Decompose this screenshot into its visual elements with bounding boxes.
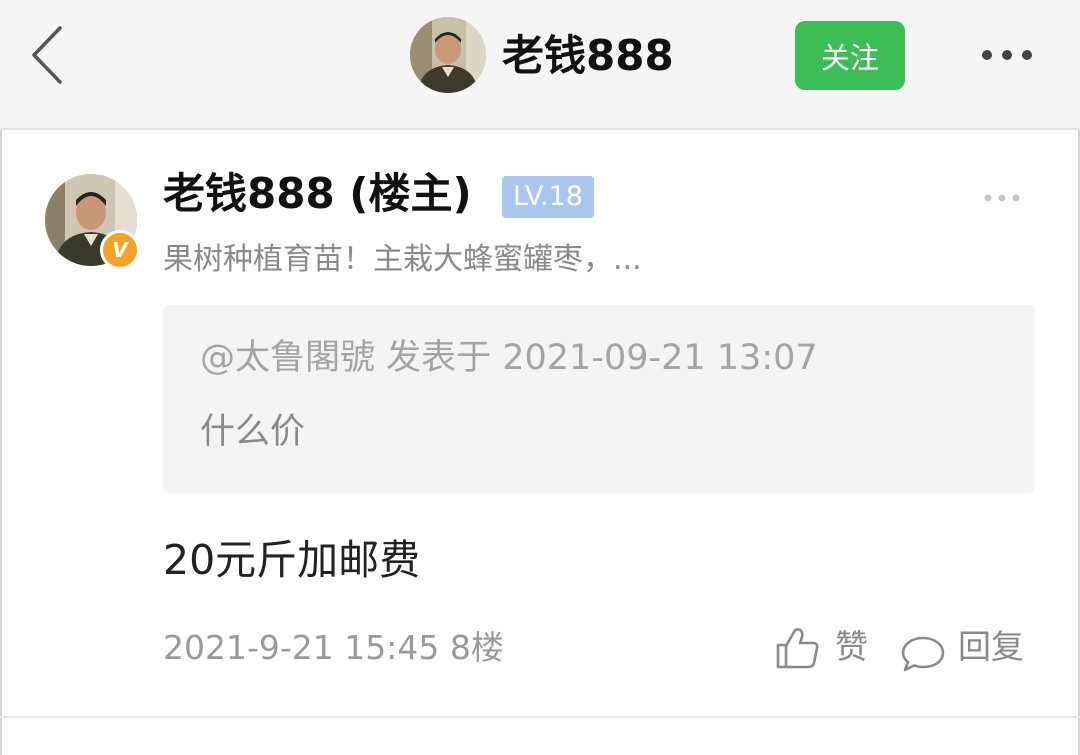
post-author-avatar[interactable]: V xyxy=(45,174,140,270)
post-more-button[interactable] xyxy=(982,188,1022,208)
like-label: 赞 xyxy=(835,627,868,666)
reply-button[interactable]: 回复 xyxy=(900,622,1040,676)
author-bio: 果树种植育苗！主栽大蜂蜜罐枣，... xyxy=(163,242,642,277)
quoted-comment[interactable]: @太鲁閣號 发表于 2021-09-21 13:07 什么价 xyxy=(163,305,1035,493)
post-divider xyxy=(0,716,1080,718)
header-divider xyxy=(0,128,1080,130)
reply-content: 20元斤加邮费 xyxy=(163,536,421,584)
post-author-name[interactable]: 老钱888 (楼主) xyxy=(163,168,472,220)
level-badge: LV.18 xyxy=(502,176,594,218)
more-options-button[interactable] xyxy=(976,35,1038,75)
post-timestamp-floor: 2021-9-21 15:45 8楼 xyxy=(163,628,504,667)
user-photo-icon xyxy=(410,17,486,93)
like-button[interactable]: 赞 xyxy=(775,622,875,676)
header-avatar[interactable] xyxy=(410,17,486,93)
more-horizontal-icon xyxy=(984,194,1020,202)
follow-button[interactable]: 关注 xyxy=(795,21,905,90)
top-bar: 老钱888 关注 xyxy=(0,0,1080,128)
quote-text: 什么价 xyxy=(200,412,306,452)
back-button[interactable] xyxy=(24,22,72,88)
chevron-left-icon xyxy=(32,26,62,84)
quote-meta: @太鲁閣號 发表于 2021-09-21 13:07 xyxy=(200,338,818,378)
reply-label: 回复 xyxy=(958,627,1024,666)
more-horizontal-icon xyxy=(982,50,1032,60)
header-username[interactable]: 老钱888 xyxy=(502,30,674,82)
vip-badge-icon: V xyxy=(100,230,140,270)
thumbs-up-icon xyxy=(776,628,819,669)
comment-bubble-icon xyxy=(901,636,945,672)
